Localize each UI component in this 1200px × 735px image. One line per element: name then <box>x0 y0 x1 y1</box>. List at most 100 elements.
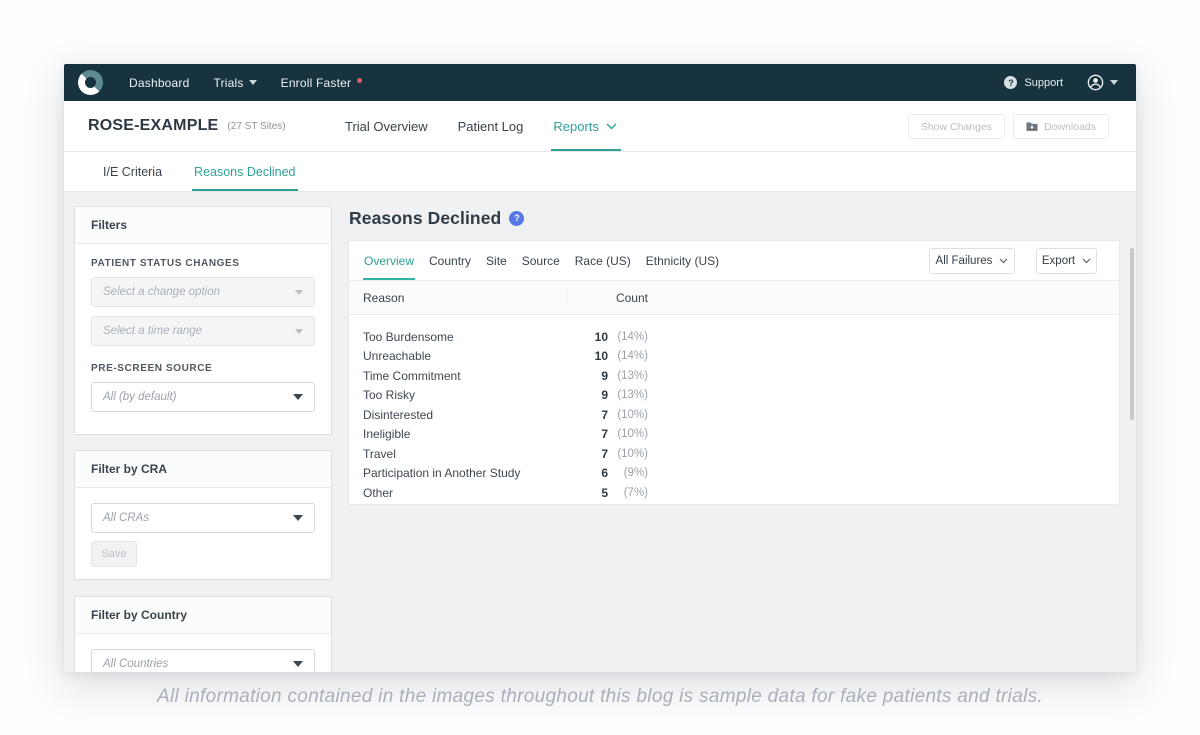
percent-cell: (13%) <box>608 370 648 382</box>
percent-cell: (14%) <box>608 350 648 362</box>
account-menu[interactable] <box>1087 74 1118 91</box>
tab-label: Source <box>522 254 560 268</box>
chevron-down-icon <box>999 258 1008 264</box>
chevron-down-icon <box>249 80 257 85</box>
image-caption: All information contained in the images … <box>0 686 1200 708</box>
reason-cell: Travel <box>363 447 553 461</box>
cra-select[interactable]: All CRAs <box>91 503 315 533</box>
downloads-button[interactable]: Downloads <box>1013 114 1109 139</box>
nav-item-dashboard[interactable]: Dashboard <box>129 76 190 90</box>
nav-links: Dashboard Trials Enroll Faster <box>129 76 362 90</box>
change-option-placeholder: Select a change option <box>103 286 295 298</box>
tab-label: Race (US) <box>575 254 631 268</box>
tab-reports[interactable]: Reports <box>553 101 617 151</box>
table-row: Time Commitment 9 (13%) <box>363 366 1113 386</box>
tab-source[interactable]: Source <box>521 241 561 280</box>
bar-track <box>665 408 1113 421</box>
tab-label: Patient Log <box>458 119 524 134</box>
chevron-down-icon <box>293 515 303 521</box>
change-option-select[interactable]: Select a change option <box>91 277 315 307</box>
show-changes-button[interactable]: Show Changes <box>908 114 1005 139</box>
filters-panel-body: PATIENT STATUS CHANGES Select a change o… <box>75 244 331 428</box>
subtab-label: I/E Criteria <box>103 165 162 179</box>
country-panel-body: All Countries <box>75 634 331 672</box>
table-row: Ineligible 7 (10%) <box>363 425 1113 445</box>
table-row: Participation in Another Study 6 (9%) <box>363 464 1113 484</box>
tab-overview[interactable]: Overview <box>363 241 415 280</box>
all-failures-label: All Failures <box>936 255 993 267</box>
nav-right: ? Support <box>1004 74 1118 91</box>
user-avatar-icon <box>1087 74 1104 91</box>
pre-screen-source-select[interactable]: All (by default) <box>91 382 315 412</box>
reason-cell: Time Commitment <box>363 369 553 383</box>
header-buttons: Show Changes Downloads <box>908 114 1109 139</box>
tab-label: Site <box>486 254 507 268</box>
content-area: Filters PATIENT STATUS CHANGES Select a … <box>64 192 1136 672</box>
count-cell: 6 <box>553 466 608 480</box>
bar-track <box>665 486 1113 499</box>
report-card-tabs: Overview Country Site Source Race (US) E… <box>349 241 1119 281</box>
filter-by-country-panel: Filter by Country All Countries <box>74 596 332 672</box>
nav-item-label: Dashboard <box>129 76 190 90</box>
show-changes-label: Show Changes <box>921 121 992 133</box>
tab-site[interactable]: Site <box>485 241 508 280</box>
time-range-select[interactable]: Select a time range <box>91 316 315 346</box>
study-header: ROSE-EXAMPLE (27 ST Sites) Trial Overvie… <box>64 101 1136 152</box>
subtab-reasons-declined[interactable]: Reasons Declined <box>194 152 295 191</box>
help-icon[interactable]: ? <box>509 211 524 226</box>
cra-panel-body: All CRAs Save <box>75 488 331 583</box>
tab-race-us[interactable]: Race (US) <box>574 241 632 280</box>
cra-placeholder: All CRAs <box>103 512 293 524</box>
support-button[interactable]: ? Support <box>1004 76 1063 89</box>
percent-cell: (7%) <box>608 487 648 499</box>
percent-cell: (10%) <box>608 448 648 460</box>
filters-panel-title: Filters <box>75 207 331 244</box>
chevron-down-icon <box>1082 258 1091 264</box>
cra-panel-title: Filter by CRA <box>75 451 331 488</box>
tab-label: Reports <box>553 119 599 134</box>
reason-cell: Ineligible <box>363 427 553 441</box>
tab-country[interactable]: Country <box>428 241 472 280</box>
save-button[interactable]: Save <box>91 541 137 567</box>
country-panel-title: Filter by Country <box>75 597 331 634</box>
table-header: Reason Count <box>349 281 1119 315</box>
support-label: Support <box>1024 77 1063 89</box>
nav-item-enroll-faster[interactable]: Enroll Faster <box>281 76 363 90</box>
vertical-scrollbar[interactable] <box>1130 248 1134 420</box>
download-folder-icon <box>1026 121 1038 132</box>
bar-track <box>665 350 1113 363</box>
count-cell: 10 <box>553 330 608 344</box>
nav-item-label: Trials <box>214 76 244 90</box>
tab-ethnicity-us[interactable]: Ethnicity (US) <box>645 241 720 280</box>
subtab-label: Reasons Declined <box>194 165 295 179</box>
table-row: Too Burdensome 10 (14%) <box>363 327 1113 347</box>
count-cell: 5 <box>553 486 608 500</box>
study-tabs: Trial Overview Patient Log Reports <box>345 101 617 151</box>
export-dropdown[interactable]: Export <box>1036 248 1097 274</box>
reason-cell: Other <box>363 486 553 500</box>
app-logo-icon[interactable] <box>78 70 103 95</box>
nav-item-trials[interactable]: Trials <box>214 76 257 90</box>
bar-track <box>665 447 1113 460</box>
count-cell: 7 <box>553 408 608 422</box>
reason-cell: Participation in Another Study <box>363 466 553 480</box>
tab-trial-overview[interactable]: Trial Overview <box>345 101 428 151</box>
reason-cell: Too Risky <box>363 388 553 402</box>
tab-label: Country <box>429 254 471 268</box>
subtab-ie-criteria[interactable]: I/E Criteria <box>103 152 162 191</box>
chevron-down-icon <box>295 290 303 295</box>
top-navbar: Dashboard Trials Enroll Faster ? Support <box>64 64 1136 101</box>
bar-track <box>665 369 1113 382</box>
tab-patient-log[interactable]: Patient Log <box>458 101 524 151</box>
notification-dot-icon <box>357 78 362 83</box>
table-row: Unreachable 10 (14%) <box>363 347 1113 367</box>
chevron-down-icon <box>1110 80 1118 85</box>
count-cell: 9 <box>553 369 608 383</box>
percent-cell: (10%) <box>608 428 648 440</box>
country-select[interactable]: All Countries <box>91 649 315 672</box>
column-divider <box>567 290 568 305</box>
time-range-placeholder: Select a time range <box>103 325 295 337</box>
count-cell: 7 <box>553 447 608 461</box>
patient-status-changes-label: PATIENT STATUS CHANGES <box>91 258 315 269</box>
all-failures-dropdown[interactable]: All Failures <box>929 248 1015 274</box>
